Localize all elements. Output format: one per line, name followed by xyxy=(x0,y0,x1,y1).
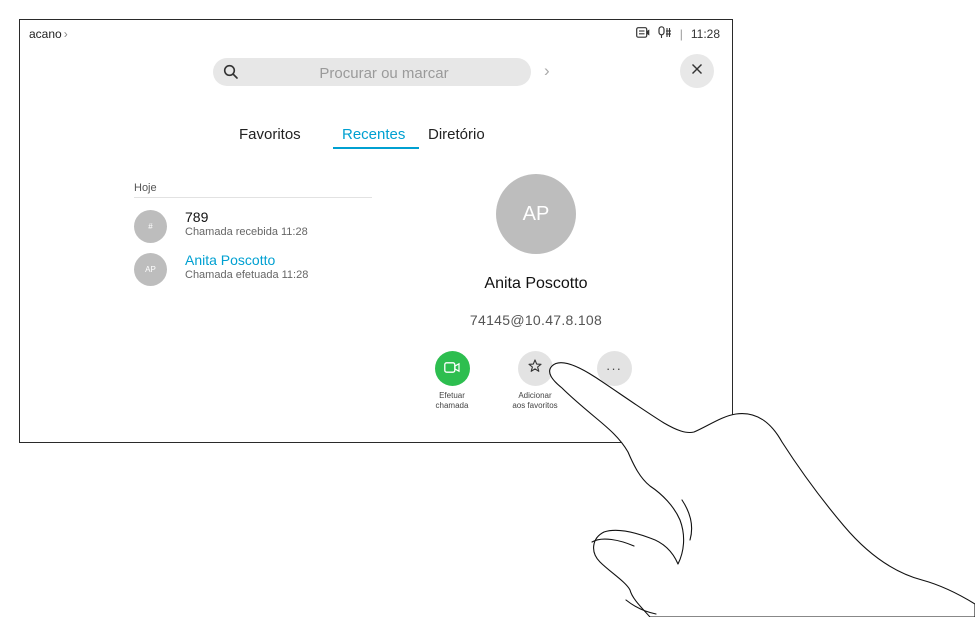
section-header: Hoje xyxy=(134,182,157,194)
favorite-label-line2: aos favoritos xyxy=(512,401,558,410)
top-bar: acano › | 11:28 xyxy=(20,20,732,48)
close-button[interactable] xyxy=(680,54,714,88)
tab-diretorio[interactable]: Diretório xyxy=(428,124,485,149)
recent-item-detail: Chamada efetuada 11:28 xyxy=(185,269,309,281)
tab-bar: Favoritos Recentes Diretório xyxy=(20,124,732,150)
close-icon xyxy=(691,62,703,80)
tab-favoritos[interactable]: Favoritos xyxy=(239,124,301,149)
call-button-circle[interactable] xyxy=(434,351,470,386)
screen-share-icon[interactable] xyxy=(635,26,650,42)
star-icon xyxy=(528,359,542,378)
contact-address: 74145@10.47.8.108 xyxy=(469,312,603,328)
call-button-label: Efetuar chamada xyxy=(407,391,497,411)
search-bar[interactable] xyxy=(213,58,531,88)
app-name[interactable]: acano › xyxy=(29,27,68,41)
call-label-line1: Efetuar xyxy=(439,391,465,400)
recent-item[interactable]: AP Anita Poscotto Chamada efetuada 11:28 xyxy=(134,252,372,289)
tab-recentes[interactable]: Recentes xyxy=(332,124,420,149)
contact-avatar: AP xyxy=(496,174,576,254)
app-name-label: acano xyxy=(29,27,62,41)
mic-icon[interactable] xyxy=(658,26,672,42)
status-area: | 11:28 xyxy=(635,26,720,42)
add-favorite-circle[interactable] xyxy=(517,351,553,386)
clock: 11:28 xyxy=(690,27,720,41)
search-icon xyxy=(223,64,239,85)
chevron-right-icon: › xyxy=(63,27,68,41)
section-divider xyxy=(134,197,372,198)
video-camera-icon xyxy=(444,360,460,378)
add-favorite-label: Adicionar aos favoritos xyxy=(490,391,580,411)
contact-name: Anita Poscotto xyxy=(484,275,588,292)
call-button[interactable]: Efetuar chamada xyxy=(407,351,497,411)
recent-item-name: 789 xyxy=(185,209,209,225)
recent-item-name: Anita Poscotto xyxy=(185,252,276,268)
recent-item-detail: Chamada recebida 11:28 xyxy=(185,226,308,238)
avatar: # xyxy=(134,210,167,243)
recent-item[interactable]: # 789 Chamada recebida 11:28 xyxy=(134,209,372,246)
search-go-button[interactable]: › xyxy=(544,61,550,81)
more-options-circle[interactable]: ··· xyxy=(596,351,632,386)
touch-panel-screen: acano › | 11:28 Procurar ou marcar › Fav… xyxy=(19,19,733,443)
search-input[interactable] xyxy=(247,58,521,88)
more-options-button[interactable]: ··· xyxy=(569,351,659,386)
avatar: AP xyxy=(134,253,167,286)
more-icon: ··· xyxy=(606,361,622,376)
add-favorite-button[interactable]: Adicionar aos favoritos xyxy=(490,351,580,411)
call-label-line2: chamada xyxy=(435,401,469,410)
status-separator: | xyxy=(679,27,683,41)
favorite-label-line1: Adicionar xyxy=(518,391,552,400)
